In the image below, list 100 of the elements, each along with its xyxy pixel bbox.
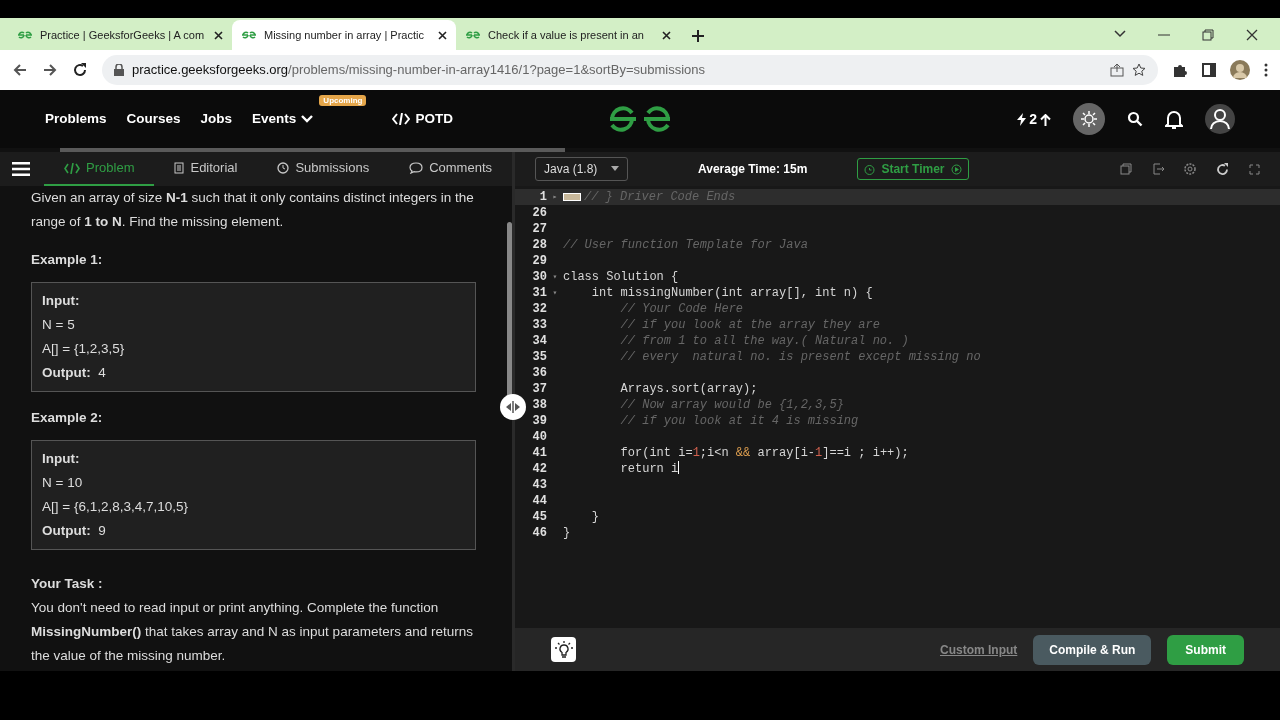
line-number: 41: [531, 445, 547, 461]
example-line: N = 5: [42, 316, 76, 334]
more-icon[interactable]: [1264, 63, 1268, 77]
logo-icon: [241, 30, 257, 40]
example-title: Example 1:: [31, 251, 104, 269]
lock-icon: [114, 64, 124, 76]
nav-link[interactable]: Jobs: [200, 108, 233, 130]
line-number: 43: [531, 477, 547, 493]
settings-icon[interactable]: [1184, 163, 1196, 175]
caret-icon: [301, 115, 314, 124]
code-line: // User function Template for Java: [563, 237, 808, 253]
compile-run-button[interactable]: Compile & Run: [1033, 634, 1152, 665]
close-icon[interactable]: [1246, 29, 1258, 41]
user-icon[interactable]: [1205, 104, 1235, 134]
close-icon[interactable]: [662, 30, 671, 40]
nav-link[interactable]: Problems: [45, 108, 107, 130]
caret-icon: [611, 166, 619, 171]
copy-icon[interactable]: [1120, 163, 1132, 175]
line-number: 35: [531, 349, 547, 365]
panel-tab[interactable]: Comments: [389, 152, 512, 186]
line-number: 29: [531, 253, 547, 269]
forward-icon[interactable]: [42, 62, 58, 78]
browser-tab[interactable]: Check if a value is present in an: [456, 20, 680, 50]
browser-tab[interactable]: Practice | GeeksforGeeks | A com: [8, 20, 232, 50]
back-icon[interactable]: [12, 62, 28, 78]
reset-icon[interactable]: [1216, 162, 1229, 176]
line-number: 39: [531, 413, 547, 429]
streak-counter[interactable]: 2: [1017, 108, 1051, 130]
average-time: Average Time: 15m: [698, 161, 808, 178]
logo-icon[interactable]: [608, 104, 672, 134]
line-number: 36: [531, 365, 547, 381]
document-icon: [174, 162, 185, 174]
code-icon: [392, 113, 411, 126]
code-line: return i: [619, 461, 679, 477]
output-line: Output: 9: [42, 522, 107, 540]
custom-input-link[interactable]: Custom Input: [940, 640, 1018, 659]
code-line: }: [563, 525, 571, 541]
task-description: You don't need to read input or print anything. Complete the function MissingNumber() that takes array and N as input parameters and returns the value of the missing number.: [31, 599, 474, 665]
tab-list-icon[interactable]: [1114, 30, 1126, 38]
lightbulb-icon[interactable]: [551, 637, 576, 662]
fold-arrow[interactable]: ▸: [547, 189, 563, 205]
line-number: 45: [531, 509, 547, 525]
browser-tab[interactable]: Missing number in array | Practic: [232, 20, 456, 50]
code-line: // from 1 to all the way.( Natural no. ): [619, 333, 909, 349]
splitter-handle[interactable]: [500, 394, 526, 420]
line-number: 30: [531, 269, 547, 285]
bolt-icon: [1017, 113, 1027, 127]
theme-toggle-icon[interactable]: [1073, 103, 1105, 135]
clock-icon: [277, 162, 290, 174]
line-number: 31: [531, 285, 547, 301]
export-icon[interactable]: [1152, 163, 1164, 175]
task-title: Your Task :: [31, 575, 104, 593]
fold-arrow[interactable]: ▾: [547, 269, 563, 285]
line-number: 26: [531, 205, 547, 221]
puzzle-icon[interactable]: [1172, 62, 1188, 78]
new-tab-icon[interactable]: [692, 30, 704, 42]
arrow-up-icon: [1040, 113, 1051, 126]
restore-icon[interactable]: [1202, 29, 1214, 41]
line-number: 46: [531, 525, 547, 541]
code-line: // Now array would be {1,2,3,5}: [619, 397, 844, 413]
close-icon[interactable]: [214, 30, 223, 40]
line-number: 38: [531, 397, 547, 413]
share-icon[interactable]: [1110, 63, 1124, 77]
start-timer-button[interactable]: Start Timer: [857, 158, 969, 180]
nav-link[interactable]: Courses: [126, 108, 181, 130]
logo-icon: [465, 30, 481, 40]
line-number: 33: [531, 317, 547, 333]
bell-icon[interactable]: [1165, 109, 1183, 129]
menu-icon[interactable]: [12, 160, 31, 178]
fold-arrow[interactable]: ▾: [547, 285, 563, 301]
language-dropdown[interactable]: Java (1.8): [535, 157, 628, 181]
chat-icon: [409, 162, 424, 174]
address-bar[interactable]: practice.geeksforgeeks.org/problems/missing-number-in-array1416/1?page=1&sortBy=submissions: [102, 55, 1158, 85]
search-icon[interactable]: [1127, 111, 1143, 127]
folded-code-marker[interactable]: [563, 193, 581, 201]
line-number: 40: [531, 429, 547, 445]
fullscreen-icon[interactable]: [1249, 163, 1260, 175]
nav-link[interactable]: POTD: [392, 108, 453, 130]
avatar-icon[interactable]: [1230, 60, 1250, 80]
line-number: 32: [531, 301, 547, 317]
line-number: 44: [531, 493, 547, 509]
code-line: for(int i=1;i<n && array[i-1]==i ; i++);: [619, 445, 909, 461]
close-icon[interactable]: [438, 30, 447, 40]
example-line: N = 10: [42, 474, 84, 492]
code-line: // } Driver Code Ends: [584, 189, 736, 205]
line-number: 1: [538, 189, 547, 205]
sidebar-icon[interactable]: [1202, 63, 1216, 77]
panel-tab[interactable]: Submissions: [257, 152, 390, 186]
output-line: Output: 4: [42, 364, 107, 382]
code-line: // if you look at it 4 is missing: [619, 413, 859, 429]
line-number: 34: [531, 333, 547, 349]
panel-tab[interactable]: Editorial: [154, 152, 258, 186]
star-icon[interactable]: [1132, 63, 1146, 77]
timer-icon: [864, 163, 876, 175]
reload-icon[interactable]: [72, 62, 88, 78]
code-line: int missingNumber(int array[], int n) {: [590, 285, 873, 301]
code-line: // if you look at the array they are: [619, 317, 880, 333]
logo-icon: [17, 30, 33, 40]
panel-tab[interactable]: Problem: [44, 152, 155, 186]
code-line: // Your Code Here: [619, 301, 744, 317]
